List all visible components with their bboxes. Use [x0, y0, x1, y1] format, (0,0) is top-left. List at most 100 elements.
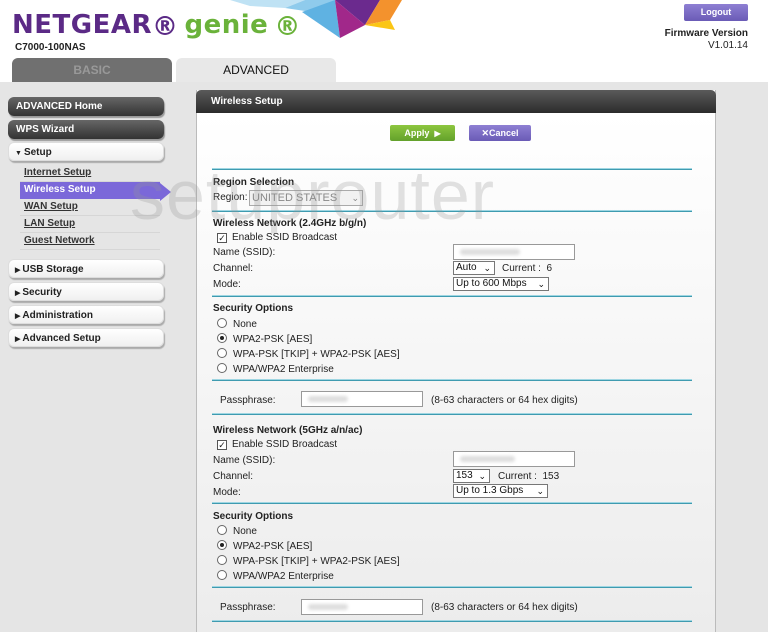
brand-name: NETGEAR: [12, 10, 152, 40]
ssid-24ghz-input[interactable]: [453, 244, 575, 260]
security-options-5ghz-heading: Security Options: [213, 511, 294, 522]
tab-basic[interactable]: BASIC: [12, 58, 172, 83]
apply-label: Apply: [404, 128, 430, 138]
chevron-down-icon: ⌄: [537, 279, 545, 289]
radio-button[interactable]: [217, 525, 227, 535]
radio-button-selected[interactable]: [217, 333, 227, 343]
sidebar-item-label: Administration: [22, 310, 93, 321]
radio-button[interactable]: [217, 555, 227, 565]
tab-advanced[interactable]: ADVANCED: [176, 58, 336, 83]
triangle-right-icon: ▶: [15, 267, 21, 274]
chevron-down-icon: ⌄: [536, 486, 544, 496]
mode-24ghz-select[interactable]: Up to 600 Mbps ⌄: [453, 277, 549, 291]
security-24ghz-option[interactable]: WPA-PSK [TKIP] + WPA2-PSK [AES]: [217, 348, 400, 360]
chevron-down-icon: ⌄: [483, 263, 491, 273]
security-5ghz-option[interactable]: None: [217, 525, 257, 537]
security-24ghz-option[interactable]: None: [217, 318, 257, 330]
enable-ssid-24ghz[interactable]: ✓ Enable SSID Broadcast: [217, 232, 337, 243]
passphrase-5ghz-label: Passphrase:: [220, 602, 276, 613]
option-label: WPA/WPA2 Enterprise: [233, 571, 334, 582]
sidebar-item-advanced-setup[interactable]: ▶ Advanced Setup: [8, 328, 164, 347]
firmware-version-label: Firmware Version: [664, 28, 748, 39]
channel-24ghz-select[interactable]: Auto ⌄: [453, 261, 495, 275]
region-label: Region:: [213, 192, 248, 203]
mode-5ghz-value: Up to 1.3 Gbps: [456, 485, 524, 496]
sidebar-item-usb-storage[interactable]: ▶ USB Storage: [8, 259, 164, 278]
logout-button[interactable]: Logout: [684, 4, 748, 21]
mode-24ghz-value: Up to 600 Mbps: [456, 278, 527, 289]
current-label: Current :: [502, 263, 541, 274]
sidebar-item-administration[interactable]: ▶ Administration: [8, 305, 164, 324]
triangle-down-icon: ▼: [15, 150, 22, 157]
security-5ghz-option[interactable]: WPA2-PSK [AES]: [217, 540, 312, 552]
region-select[interactable]: UNITED STATES ⌄: [249, 190, 363, 206]
router-admin-page: NETGEAR® genie ® C7000-100NAS Logout Firmw…: [0, 0, 768, 632]
security-24ghz-option[interactable]: WPA/WPA2 Enterprise: [217, 363, 334, 375]
security-5ghz-option[interactable]: WPA-PSK [TKIP] + WPA2-PSK [AES]: [217, 555, 400, 567]
sidebar-subitem-internet-setup[interactable]: Internet Setup: [20, 165, 160, 182]
wireless-5ghz-heading: Wireless Network (5GHz a/n/ac): [213, 425, 363, 436]
redacted-value: [308, 604, 348, 610]
option-label: None: [233, 319, 257, 330]
enable-ssid-5ghz-checkbox[interactable]: ✓: [217, 440, 227, 450]
wireless-24ghz-heading: Wireless Network (2.4GHz b/g/n): [213, 218, 367, 229]
option-label: WPA-PSK [TKIP] + WPA2-PSK [AES]: [233, 556, 400, 567]
radio-button[interactable]: [217, 363, 227, 373]
security-24ghz-option[interactable]: WPA2-PSK [AES]: [217, 333, 312, 345]
sidebar-subitem-guest-network[interactable]: Guest Network: [20, 233, 160, 250]
play-arrow-icon: ▶: [434, 129, 441, 138]
passphrase-5ghz-input[interactable]: [301, 599, 423, 615]
sidebar-item-security[interactable]: ▶ Security: [8, 282, 164, 301]
channel-24ghz-value: Auto: [456, 262, 477, 273]
redacted-value: [460, 249, 520, 255]
radio-button-selected[interactable]: [217, 540, 227, 550]
apply-button[interactable]: Apply ▶: [390, 125, 455, 141]
mode-5ghz-select[interactable]: Up to 1.3 Gbps ⌄: [453, 484, 548, 498]
sidebar-subitem-wan-setup[interactable]: WAN Setup: [20, 199, 160, 216]
sidebar-item-label: Advanced Setup: [22, 333, 101, 344]
option-label: WPA2-PSK [AES]: [233, 541, 313, 552]
passphrase-5ghz-hint: (8-63 characters or 64 hex digits): [431, 602, 578, 613]
panel-title: Wireless Setup: [196, 90, 716, 113]
enable-ssid-5ghz[interactable]: ✓ Enable SSID Broadcast: [217, 439, 337, 450]
chevron-down-icon: ⌄: [478, 471, 486, 481]
radio-button[interactable]: [217, 570, 227, 580]
enable-ssid-24ghz-checkbox[interactable]: ✓: [217, 233, 227, 243]
sidebar-subitem-lan-setup[interactable]: LAN Setup: [20, 216, 160, 233]
close-x-icon: ✕: [481, 128, 490, 138]
current-label: Current :: [498, 471, 537, 482]
radio-button[interactable]: [217, 348, 227, 358]
sidebar-subitem-wireless-setup[interactable]: Wireless Setup: [20, 182, 160, 199]
section-divider: [212, 502, 692, 504]
option-label: None: [233, 526, 257, 537]
triangle-right-icon: ▶: [15, 336, 21, 343]
passphrase-24ghz-label: Passphrase:: [220, 395, 276, 406]
section-divider: [212, 620, 692, 622]
current-value: 153: [542, 471, 560, 482]
security-5ghz-option[interactable]: WPA/WPA2 Enterprise: [217, 570, 334, 582]
mode-24ghz-label: Mode:: [213, 279, 241, 290]
firmware-version-value: V1.01.14: [707, 40, 748, 51]
current-value: 6: [546, 263, 553, 274]
section-divider: [212, 295, 692, 297]
security-options-24ghz-heading: Security Options: [213, 303, 294, 314]
enable-ssid-5ghz-label: Enable SSID Broadcast: [232, 439, 338, 450]
sidebar-item-advanced-home[interactable]: ADVANCED Home: [8, 97, 164, 116]
cancel-button[interactable]: ✕Cancel: [469, 125, 531, 141]
redacted-value: [308, 396, 348, 402]
sidebar-item-label: Setup: [23, 147, 52, 158]
triangle-right-icon: ▶: [15, 313, 21, 320]
sidebar-item-wps-wizard[interactable]: WPS Wizard: [8, 120, 164, 139]
channel-24ghz-label: Channel:: [213, 263, 254, 274]
ssid-24ghz-label: Name (SSID):: [213, 247, 276, 258]
ssid-5ghz-input[interactable]: [453, 451, 575, 467]
radio-button[interactable]: [217, 318, 227, 328]
sidebar-item-setup[interactable]: ▼ Setup: [8, 142, 164, 161]
section-divider: [212, 586, 692, 588]
active-item-arrow-icon: [160, 183, 171, 201]
section-divider: [212, 210, 692, 212]
section-divider: [212, 379, 692, 381]
channel-5ghz-select[interactable]: 153 ⌄: [453, 469, 490, 483]
passphrase-24ghz-input[interactable]: [301, 391, 423, 407]
triangle-right-icon: ▶: [15, 290, 21, 297]
